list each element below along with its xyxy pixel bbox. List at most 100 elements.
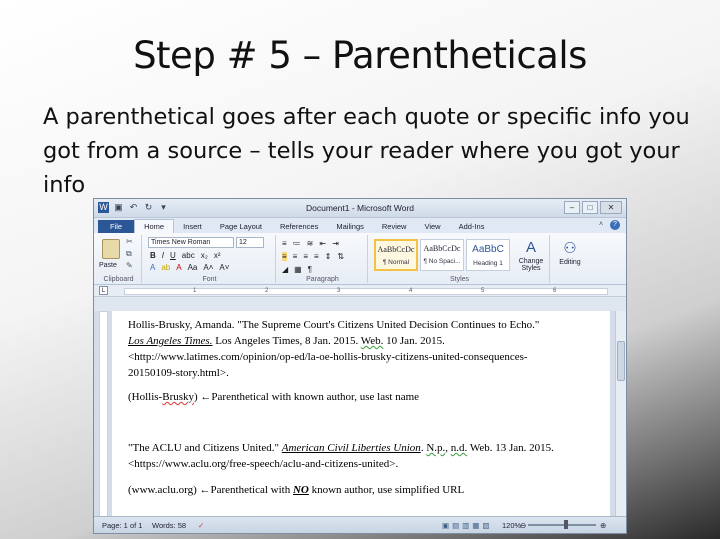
zoom-slider[interactable]	[528, 524, 596, 526]
parenthetical-note: known author, use simplified URL	[308, 484, 465, 496]
font-color-icon[interactable]: A	[176, 263, 181, 272]
underline-icon[interactable]: U	[170, 251, 176, 260]
publication-name: Los Angeles Times.	[128, 335, 213, 347]
scroll-thumb[interactable]	[617, 341, 625, 381]
citation-latimes: Hollis-Brusky, Amanda. "The Supreme Cour…	[128, 317, 606, 381]
borders-icon[interactable]: ▦	[294, 265, 302, 274]
align-right-icon[interactable]: ≡	[303, 252, 308, 261]
parenthetical-author: (Hollis-Brusky) ←Parenthetical with know…	[128, 389, 606, 405]
shading-icon[interactable]: ◢	[282, 265, 288, 274]
proofing-icon[interactable]: ✓	[198, 521, 204, 530]
parenthetical-text: (Hollis-	[128, 391, 163, 403]
italic-icon[interactable]: I	[162, 251, 164, 260]
ruler-number: 3	[337, 288, 341, 294]
citation-text: n.d.	[450, 442, 468, 454]
tab-references[interactable]: References	[271, 220, 327, 233]
format-painter-icon[interactable]: ✎	[126, 261, 133, 270]
cut-icon[interactable]: ✂	[126, 237, 133, 246]
tab-page-layout[interactable]: Page Layout	[211, 220, 271, 233]
copy-icon[interactable]: ⧉	[126, 249, 132, 259]
help-icon[interactable]: ?	[610, 220, 620, 230]
shrink-font-icon[interactable]: A˅	[219, 263, 229, 272]
bullets-icon[interactable]: ≡	[282, 239, 287, 248]
citation-text: Los Angeles Times, 8 Jan. 2015.	[212, 335, 361, 347]
tab-add-ins[interactable]: Add-Ins	[450, 220, 494, 233]
subscript-icon[interactable]: x₂	[201, 251, 208, 260]
document-area: Hollis-Brusky, Amanda. "The Supreme Cour…	[94, 311, 626, 517]
style-heading-1[interactable]: AaBbC Heading 1	[466, 239, 510, 271]
page-count[interactable]: Page: 1 of 1	[102, 521, 142, 530]
strikethrough-icon[interactable]: abc	[182, 251, 195, 260]
ribbon: Paste ✂ ⧉ ✎ Clipboard Times New Roman 12…	[94, 233, 626, 285]
minimize-icon[interactable]: –	[564, 201, 580, 214]
window-title: Document1 - Microsoft Word	[305, 203, 414, 213]
align-left-icon[interactable]: ≡	[282, 252, 287, 261]
decrease-indent-icon[interactable]: ⇤	[319, 239, 326, 248]
superscript-icon[interactable]: x²	[214, 251, 221, 260]
zoom-out-icon[interactable]: ⊖	[520, 521, 526, 530]
clipboard-label: Clipboard	[103, 276, 134, 283]
bold-icon[interactable]: B	[150, 251, 156, 260]
tab-view[interactable]: View	[415, 220, 449, 233]
style-no-spacing[interactable]: AaBbCcDc ¶ No Spaci...	[420, 239, 464, 271]
editing-button[interactable]: ⚇ Editing	[554, 239, 586, 266]
tab-file[interactable]: File	[98, 220, 135, 233]
view-buttons-icon[interactable]: ▣▤▥▦▧	[442, 521, 492, 530]
tab-insert[interactable]: Insert	[174, 220, 211, 233]
font-color-row: A ab A Aa A˄ A˅	[150, 263, 229, 272]
publication-name: American Civil Liberties Union	[281, 442, 421, 454]
citation-text: "The ACLU and Citizens United."	[128, 442, 282, 454]
tab-home[interactable]: Home	[134, 219, 175, 233]
change-case-icon[interactable]: Aa	[188, 263, 198, 272]
paste-button[interactable]: Paste	[99, 262, 117, 269]
paste-icon[interactable]	[102, 239, 120, 259]
tab-review[interactable]: Review	[373, 220, 416, 233]
document-page[interactable]: Hollis-Brusky, Amanda. "The Supreme Cour…	[112, 311, 610, 517]
zoom-slider-knob[interactable]	[564, 520, 568, 529]
parenthetical-note: ) ←Parenthetical with known author, use …	[194, 391, 420, 403]
tab-selector[interactable]: L	[99, 286, 108, 295]
zoom-in-icon[interactable]: ⊕	[600, 521, 606, 530]
window-controls: – □ ✕	[564, 201, 622, 214]
vertical-scrollbar[interactable]	[615, 311, 626, 517]
center-icon[interactable]: ≡	[293, 252, 298, 261]
change-styles-label: Change Styles	[518, 258, 544, 272]
text-effects-icon[interactable]: A	[150, 263, 155, 272]
citation-aclu: "The ACLU and Citizens United." American…	[128, 440, 606, 472]
pilcrow-icon[interactable]: ¶	[308, 265, 312, 274]
sort-icon[interactable]: ⇅	[337, 252, 344, 261]
citation-url: 20150109-story.html>.	[128, 367, 229, 379]
highlight-icon[interactable]: ab	[161, 263, 170, 272]
multilevel-list-icon[interactable]: ≋	[307, 239, 314, 248]
vertical-ruler[interactable]	[99, 311, 108, 517]
word-window: W ▣ ↶ ↻ ▾ Document1 - Microsoft Word – □…	[93, 198, 627, 534]
paragraph-label: Paragraph	[306, 276, 339, 283]
ruler-number: 4	[409, 288, 413, 294]
list-row: ≡ ≔ ≋ ⇤ ⇥	[282, 239, 339, 248]
ruler-number: 2	[265, 288, 269, 294]
ruler-number: 1	[193, 288, 197, 294]
increase-indent-icon[interactable]: ⇥	[332, 239, 339, 248]
citation-text: 10 Jan. 2015.	[383, 335, 445, 347]
citation-url: <http://www.latimes.com/opinion/op-ed/la…	[128, 351, 528, 363]
justify-icon[interactable]: ≡	[314, 252, 319, 261]
citation-text: N.p.	[426, 442, 446, 454]
tab-mailings[interactable]: Mailings	[327, 220, 373, 233]
style-normal[interactable]: AaBbCcDc ¶ Normal	[374, 239, 418, 271]
change-styles-button[interactable]: A Change Styles	[516, 239, 546, 272]
numbering-icon[interactable]: ≔	[293, 239, 301, 248]
style-name: ¶ No Spaci...	[423, 258, 461, 265]
citation-text: Web. 13 Jan. 2015.	[467, 442, 554, 454]
minimize-ribbon-icon[interactable]: ˄	[596, 220, 606, 230]
horizontal-ruler[interactable]: L 1 2 3 4 5 6	[94, 285, 626, 297]
restore-icon[interactable]: □	[582, 201, 598, 214]
grow-font-icon[interactable]: A˄	[203, 263, 213, 272]
font-name-select[interactable]: Times New Roman	[148, 237, 234, 248]
citation-url: <https://www.aclu.org/free-speech/aclu-a…	[128, 458, 399, 470]
line-spacing-icon[interactable]: ⇕	[325, 252, 332, 261]
close-icon[interactable]: ✕	[600, 201, 622, 214]
word-count[interactable]: Words: 58	[152, 521, 186, 530]
align-row: ≡ ≡ ≡ ≡ ⇕ ⇅	[282, 252, 344, 261]
font-size-select[interactable]: 12	[236, 237, 264, 248]
zoom-level[interactable]: 120%	[502, 521, 521, 530]
